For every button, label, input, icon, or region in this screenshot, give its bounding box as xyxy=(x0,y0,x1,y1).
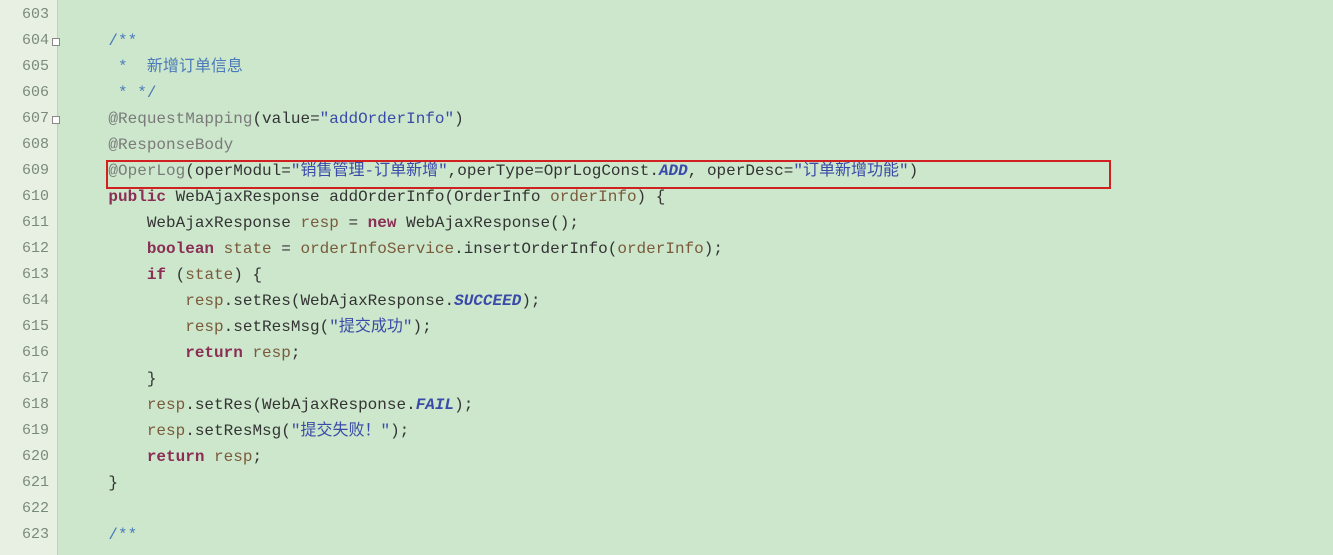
code-line[interactable]: return resp; xyxy=(70,444,1333,470)
line-number: 616 xyxy=(0,340,57,366)
code-line[interactable]: /** xyxy=(70,28,1333,54)
keyword-return: return xyxy=(147,448,205,466)
line-number[interactable]: 607 xyxy=(0,106,57,132)
parameter: orderInfo xyxy=(550,188,636,206)
code-line[interactable]: } xyxy=(70,366,1333,392)
oper-log-annotation: @OperLog xyxy=(108,162,185,180)
line-number: 621 xyxy=(0,470,57,496)
code-line[interactable]: @RequestMapping(value="addOrderInfo") xyxy=(70,106,1333,132)
code-line[interactable]: @ResponseBody xyxy=(70,132,1333,158)
code-line[interactable]: * */ xyxy=(70,80,1333,106)
static-field: SUCCEED xyxy=(454,292,521,310)
keyword-if: if xyxy=(147,266,166,284)
line-gutter: 603 604 605 606 607 608 609 610 611 612 … xyxy=(0,0,58,555)
code-line[interactable]: /** xyxy=(70,522,1333,548)
line-number: 619 xyxy=(0,418,57,444)
javadoc-close: * */ xyxy=(108,84,156,102)
line-number[interactable]: 604 xyxy=(0,28,57,54)
code-line[interactable]: if (state) { xyxy=(70,262,1333,288)
line-number: 615 xyxy=(0,314,57,340)
line-number: 608 xyxy=(0,132,57,158)
keyword-boolean: boolean xyxy=(147,240,214,258)
static-field: ADD xyxy=(659,162,688,180)
line-number: 612 xyxy=(0,236,57,262)
code-line[interactable]: resp.setResMsg("提交成功"); xyxy=(70,314,1333,340)
line-number: 611 xyxy=(0,210,57,236)
javadoc-open: /** xyxy=(108,526,137,544)
response-body-annotation: @ResponseBody xyxy=(108,136,233,154)
line-number: 605 xyxy=(0,54,57,80)
string-literal: "提交失败！" xyxy=(291,422,390,440)
code-line[interactable]: WebAjaxResponse resp = new WebAjaxRespon… xyxy=(70,210,1333,236)
code-line[interactable]: public WebAjaxResponse addOrderInfo(Orde… xyxy=(70,184,1333,210)
code-line[interactable]: resp.setResMsg("提交失败！"); xyxy=(70,418,1333,444)
string-literal: "提交成功" xyxy=(329,318,412,336)
string-literal: "销售管理-订单新增" xyxy=(291,162,448,180)
code-editor[interactable]: /** * 新增订单信息 * */ @RequestMapping(value=… xyxy=(58,0,1333,555)
line-number: 603 xyxy=(0,2,57,28)
code-line[interactable]: @OperLog(operModul="销售管理-订单新增",operType=… xyxy=(70,158,1333,184)
line-number: 606 xyxy=(0,80,57,106)
line-number: 622 xyxy=(0,496,57,522)
string-literal: "addOrderInfo" xyxy=(320,110,454,128)
code-line[interactable]: boolean state = orderInfoService.insertO… xyxy=(70,236,1333,262)
code-line[interactable]: resp.setRes(WebAjaxResponse.SUCCEED); xyxy=(70,288,1333,314)
javadoc-open: /** xyxy=(108,32,137,50)
static-field: FAIL xyxy=(416,396,454,414)
line-number: 613 xyxy=(0,262,57,288)
line-number: 614 xyxy=(0,288,57,314)
code-line[interactable] xyxy=(70,2,1333,28)
request-mapping-annotation: @RequestMapping xyxy=(108,110,252,128)
code-line[interactable]: } xyxy=(70,470,1333,496)
line-number: 617 xyxy=(0,366,57,392)
code-line[interactable] xyxy=(70,496,1333,522)
line-number: 618 xyxy=(0,392,57,418)
line-number: 610 xyxy=(0,184,57,210)
line-number: 609 xyxy=(0,158,57,184)
keyword-new: new xyxy=(368,214,397,232)
code-line[interactable]: * 新增订单信息 xyxy=(70,54,1333,80)
string-literal: "订单新增功能" xyxy=(793,162,908,180)
javadoc-text: * 新增订单信息 xyxy=(108,58,242,76)
code-line[interactable]: return resp; xyxy=(70,340,1333,366)
keyword-public: public xyxy=(108,188,166,206)
code-line[interactable]: resp.setRes(WebAjaxResponse.FAIL); xyxy=(70,392,1333,418)
keyword-return: return xyxy=(185,344,243,362)
line-number: 623 xyxy=(0,522,57,548)
line-number: 620 xyxy=(0,444,57,470)
